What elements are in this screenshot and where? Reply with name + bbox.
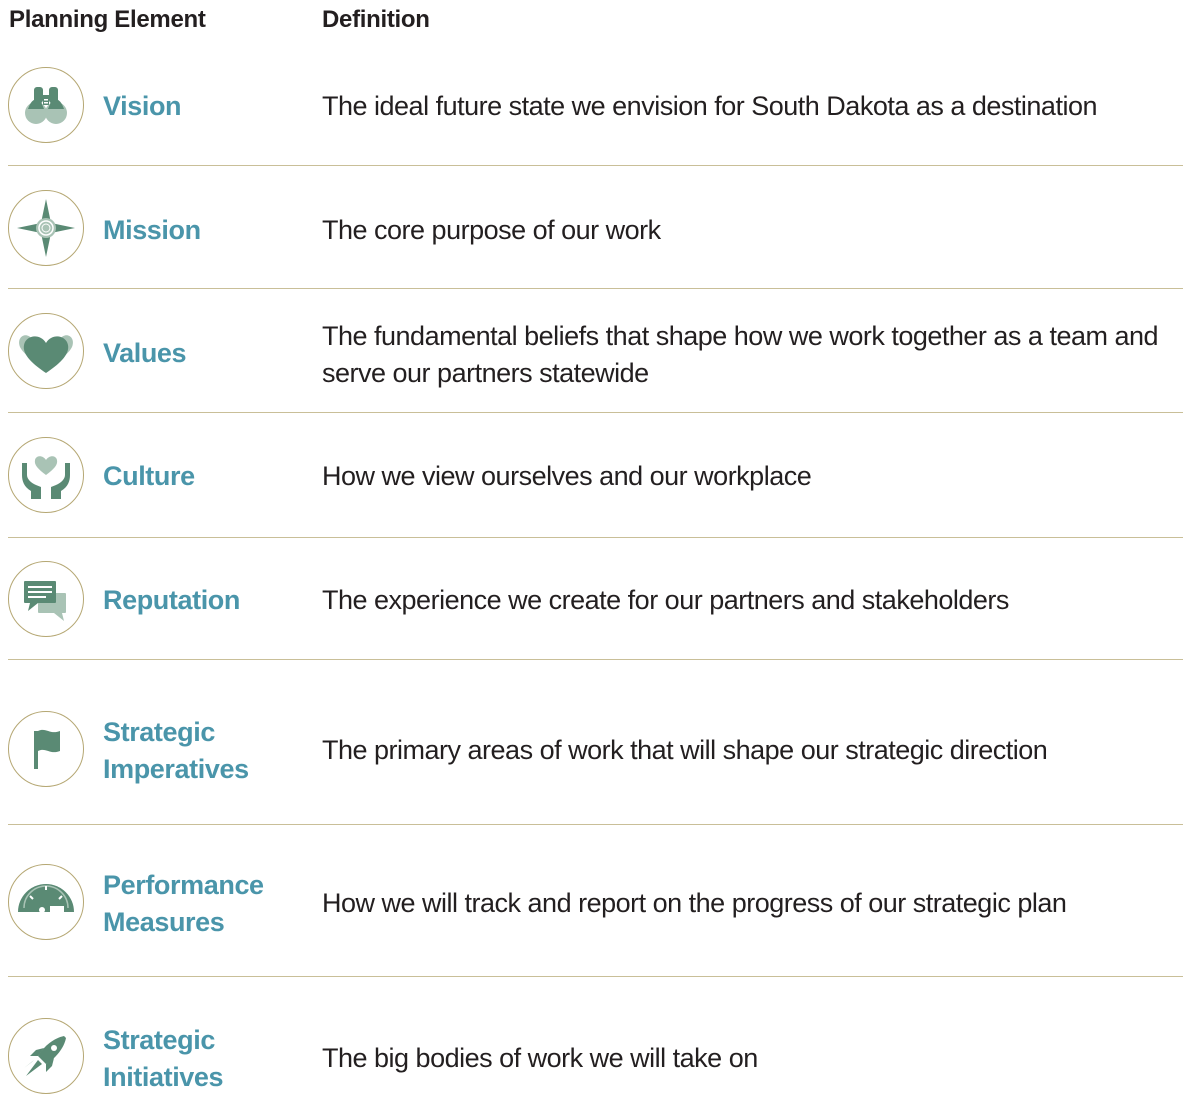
element-definition: The primary areas of work that will shap… xyxy=(322,735,1048,765)
speech-bubbles-icon xyxy=(8,561,84,637)
element-label: Mission xyxy=(103,215,201,245)
divider xyxy=(8,412,1183,413)
element-definition: The core purpose of our work xyxy=(322,215,661,245)
element-definition: The experience we create for our partner… xyxy=(322,585,1009,615)
gauge-icon xyxy=(8,864,84,940)
table-header: Planning Element Definition xyxy=(0,6,1183,40)
divider xyxy=(8,976,1183,977)
element-definition: The fundamental beliefs that shape how w… xyxy=(322,321,1159,388)
rocket-icon xyxy=(8,1018,84,1094)
element-label: Reputation xyxy=(103,585,240,615)
compass-icon xyxy=(8,190,84,266)
element-definition: How we will track and report on the prog… xyxy=(322,888,1067,918)
planning-elements-table: Planning Element Definition Vision The i… xyxy=(0,0,1183,1094)
element-definition: The ideal future state we envision for S… xyxy=(322,91,1098,121)
header-definition: Definition xyxy=(322,6,430,33)
header-planning-element: Planning Element xyxy=(9,6,206,33)
flag-icon xyxy=(8,711,84,787)
element-label: Strategic Imperatives xyxy=(103,717,249,784)
element-label: Performance Measures xyxy=(103,870,264,937)
element-label: Vision xyxy=(103,91,182,121)
element-definition: The big bodies of work we will take on xyxy=(322,1043,758,1073)
divider xyxy=(8,824,1183,825)
heart-icon xyxy=(8,313,84,389)
hands-heart-icon xyxy=(8,437,84,513)
binoculars-icon xyxy=(8,67,84,143)
divider xyxy=(8,537,1183,538)
divider xyxy=(8,659,1183,660)
element-label: Strategic Initiatives xyxy=(103,1025,224,1092)
element-label: Culture xyxy=(103,461,195,491)
divider xyxy=(8,288,1183,289)
divider xyxy=(8,165,1183,166)
element-definition: How we view ourselves and our workplace xyxy=(322,461,812,491)
element-label: Values xyxy=(103,338,187,368)
